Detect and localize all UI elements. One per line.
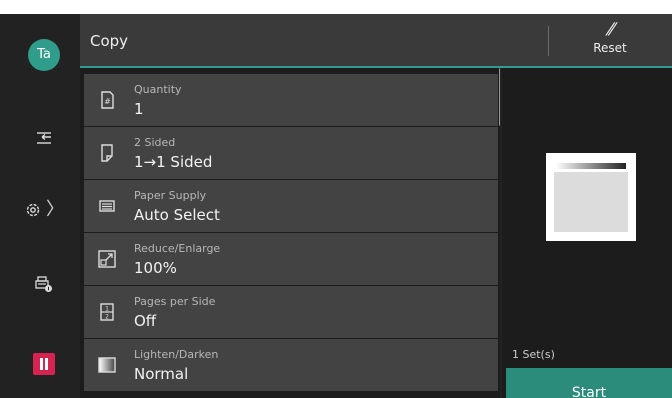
- preview-panel: 1 Set(s) Start: [502, 68, 672, 398]
- feature-label: Pages per Side: [134, 295, 216, 308]
- feature-label: 2 Sided: [134, 136, 176, 149]
- feature-lighten-darken[interactable]: Lighten/Darken Normal: [84, 339, 498, 391]
- printer-info-icon: [35, 276, 52, 292]
- reset-icon: //: [604, 19, 617, 38]
- feature-label: Reduce/Enlarge: [134, 242, 221, 255]
- feature-value: 1→1 Sided: [134, 153, 213, 171]
- two-sided-icon: [101, 144, 113, 162]
- output-preview: [546, 153, 636, 241]
- feature-value: Normal: [134, 365, 189, 383]
- feature-reduce-enlarge[interactable]: Reduce/Enlarge 100%: [84, 233, 498, 285]
- job-flow-button[interactable]: [18, 118, 70, 158]
- list-scrollbar[interactable]: [499, 68, 500, 126]
- sets-count: 1 Set(s): [512, 348, 555, 361]
- feature-label: Quantity: [134, 83, 182, 96]
- left-rail: Ta 〉: [0, 14, 80, 398]
- svg-text:2: 2: [105, 314, 109, 321]
- lighten-darken-icon: [98, 357, 116, 373]
- feature-pages-per-side[interactable]: 1 2 Pages per Side Off: [84, 286, 498, 338]
- header-divider: [548, 26, 549, 56]
- feature-label: Lighten/Darken: [134, 348, 219, 361]
- feature-value: Off: [134, 312, 157, 330]
- header-bar: Copy // Reset: [80, 14, 672, 68]
- pause-icon[interactable]: [33, 353, 55, 375]
- reduce-enlarge-icon: [98, 250, 116, 268]
- chevron-right-icon: 〉: [46, 199, 64, 220]
- feature-label: Paper Supply: [134, 189, 207, 202]
- job-flow-icon: [37, 132, 51, 144]
- reset-button[interactable]: // Reset: [570, 19, 650, 62]
- copy-screen: Ta 〉 Copy // Reset # Quantity 1 2 Sided …: [0, 14, 672, 398]
- feature-list[interactable]: # Quantity 1 2 Sided 1→1 Sided Paper Sup…: [80, 68, 500, 398]
- avatar[interactable]: Ta: [28, 39, 60, 71]
- feature-value: 1: [134, 100, 144, 118]
- paper-supply-icon: [99, 200, 115, 212]
- printer-info-button[interactable]: [18, 264, 70, 304]
- feature-value: 100%: [134, 259, 177, 277]
- page-title: Copy: [90, 32, 129, 50]
- feature-2-sided[interactable]: 2 Sided 1→1 Sided: [84, 127, 498, 179]
- reset-label: Reset: [593, 41, 627, 55]
- feature-paper-supply[interactable]: Paper Supply Auto Select: [84, 180, 498, 232]
- pages-per-side-icon: 1 2: [100, 303, 114, 321]
- darkness-gradient: [556, 163, 626, 169]
- gear-icon: [26, 203, 40, 217]
- quantity-icon: #: [101, 91, 114, 109]
- start-button[interactable]: Start: [506, 368, 672, 398]
- feature-quantity[interactable]: # Quantity 1: [84, 74, 498, 126]
- svg-text:1: 1: [105, 306, 109, 313]
- svg-text:#: #: [104, 97, 111, 106]
- page-image-area: [554, 172, 628, 232]
- feature-value: Auto Select: [134, 206, 220, 224]
- settings-button[interactable]: 〉: [18, 190, 70, 230]
